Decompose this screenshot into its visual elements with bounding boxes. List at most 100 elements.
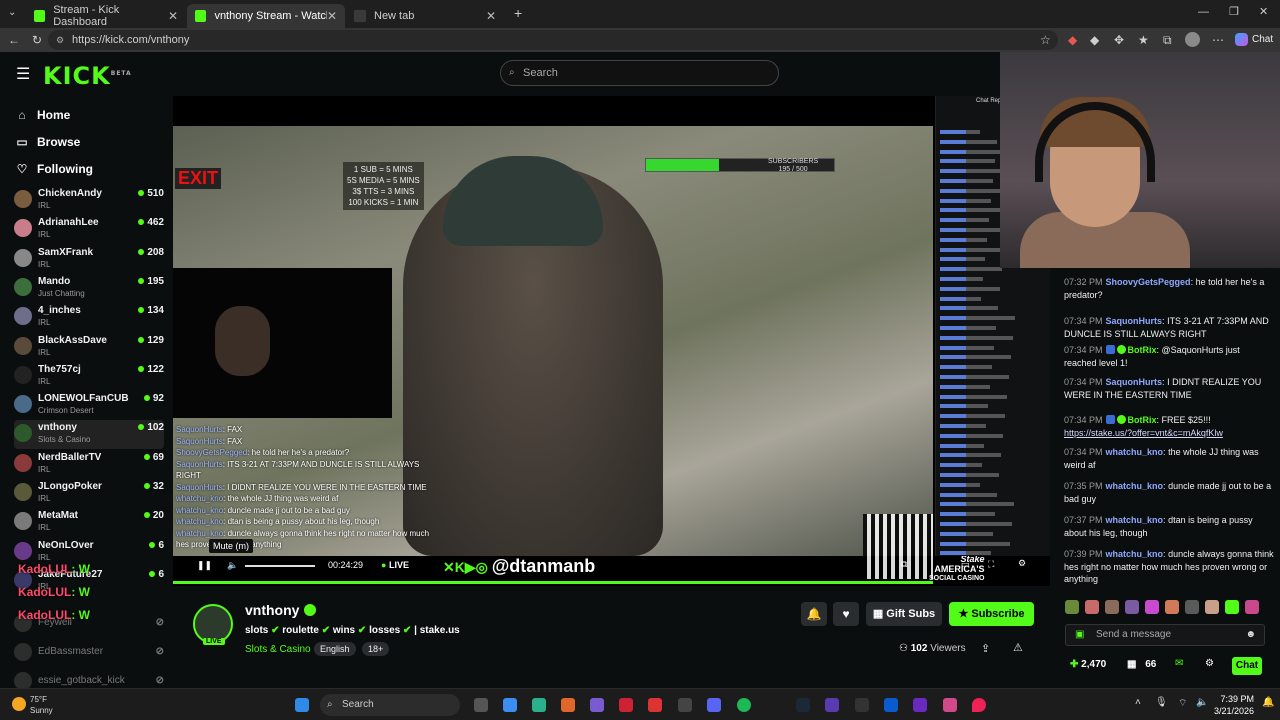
chat-username[interactable]: SaquonHurts: [1106, 316, 1163, 326]
edge-browser-icon[interactable]: [532, 698, 546, 712]
app-icon[interactable]: [943, 698, 957, 712]
emote-icon[interactable]: [1165, 600, 1179, 614]
fullscreen-icon[interactable]: ⛶: [988, 559, 994, 570]
sidebar-offline-channel[interactable]: EdBassmaster ⊘: [14, 639, 164, 668]
taskbar-clock[interactable]: 7:39 PM 3/21/2026: [1214, 693, 1254, 717]
notification-bell-icon[interactable]: 🔔: [1262, 697, 1274, 708]
report-warning-icon[interactable]: ⚠: [1013, 641, 1023, 654]
app-icon[interactable]: [648, 698, 662, 712]
spotify-icon[interactable]: [737, 698, 751, 712]
clip-icon[interactable]: ⧉: [901, 559, 907, 570]
volume-icon[interactable]: 🔈: [1196, 697, 1208, 708]
weather-widget[interactable]: 75°F Sunny: [30, 694, 53, 716]
tab-list-icon[interactable]: ⌄: [8, 7, 16, 18]
window-close-icon[interactable]: ✕: [1259, 5, 1268, 18]
copilot-chat-label[interactable]: Chat: [1252, 34, 1273, 45]
subscribe-button[interactable]: ★ Subscribe: [949, 602, 1034, 626]
chat-username[interactable]: ShoovyGetsPegged: [1106, 277, 1191, 287]
close-icon[interactable]: ✕: [168, 9, 178, 23]
channel-points[interactable]: ✚ 2,470: [1070, 659, 1106, 670]
new-tab-plus-icon[interactable]: +: [514, 5, 522, 21]
maps-pin-icon[interactable]: [972, 698, 986, 712]
sidebar-item-browse[interactable]: ▭ Browse: [15, 135, 80, 149]
volume-slider[interactable]: [245, 565, 315, 567]
send-message-input[interactable]: ▣ Send a message ☻: [1065, 624, 1265, 646]
app-icon[interactable]: [855, 698, 869, 712]
pause-icon[interactable]: ❚❚: [197, 560, 212, 571]
app-icon[interactable]: [619, 698, 633, 712]
wifi-icon[interactable]: ⌔: [1178, 697, 1187, 710]
tray-overflow-icon[interactable]: ˄: [1135, 697, 1141, 708]
profile-avatar[interactable]: [1185, 32, 1200, 47]
emoji-icon[interactable]: ☻: [1245, 625, 1256, 645]
sidebar-channel-4_inches[interactable]: 4_inches IRL 134: [14, 303, 164, 332]
chat-users-icon[interactable]: ✉: [1175, 658, 1183, 669]
music-app-icon[interactable]: [678, 698, 692, 712]
tag-age[interactable]: 18+: [362, 642, 390, 656]
chat-username[interactable]: whatchu_kno: [1106, 549, 1164, 559]
app-icon[interactable]: [884, 698, 898, 712]
streamer-name[interactable]: vnthony: [245, 602, 317, 618]
search-input[interactable]: ⌕ Search: [500, 60, 779, 86]
firefox-icon[interactable]: [561, 698, 575, 712]
steam-icon[interactable]: [796, 698, 810, 712]
tab-kick-dashboard[interactable]: Stream - Kick Dashboard ✕: [26, 4, 186, 28]
volume-icon[interactable]: 🔈: [227, 560, 238, 571]
video-player[interactable]: EXIT 1 SUB = 5 MINS 5S MEDIA = 5 MINS 3$…: [173, 96, 1050, 586]
emote-icon[interactable]: [1085, 600, 1099, 614]
emote-icon[interactable]: [1065, 600, 1079, 614]
emote-icon[interactable]: [1245, 600, 1259, 614]
task-view-icon[interactable]: [474, 698, 488, 712]
more-menu-icon[interactable]: ⋯: [1212, 33, 1224, 47]
follow-heart-button[interactable]: ♥: [833, 602, 859, 626]
emote-icon[interactable]: [1205, 600, 1219, 614]
site-info-icon[interactable]: ⚙: [56, 30, 64, 50]
tab-vnthony-stream[interactable]: vnthony Stream - Watch Live ✕: [187, 4, 345, 28]
share-icon[interactable]: ⇪: [981, 642, 990, 655]
windows-start-icon[interactable]: [295, 698, 309, 712]
emote-picker-icon[interactable]: ▣: [1075, 625, 1084, 645]
extension-icon[interactable]: ◆: [1090, 33, 1099, 47]
chat-username[interactable]: BotRix: [1128, 415, 1157, 425]
close-icon[interactable]: ✕: [327, 9, 337, 23]
hamburger-menu-icon[interactable]: ☰: [16, 64, 30, 84]
chat-username[interactable]: BotRix: [1128, 345, 1157, 355]
emote-icon[interactable]: [1225, 600, 1239, 614]
theater-mode-icon[interactable]: ▭: [961, 559, 970, 570]
star-bookmark-icon[interactable]: ☆: [1040, 33, 1051, 47]
photos-app-icon[interactable]: [503, 698, 517, 712]
favorites-icon[interactable]: ★: [1138, 33, 1149, 47]
close-icon[interactable]: ✕: [486, 9, 496, 23]
sidebar-channel-lonewolfancub[interactable]: LONEWOLFanCUB Crimson Desert 92: [14, 391, 164, 420]
app-icon[interactable]: [825, 698, 839, 712]
sidebar-channel-nerdballertv[interactable]: NerdBallerTV IRL 69: [14, 450, 164, 479]
maximize-icon[interactable]: ❐: [1229, 5, 1239, 18]
chat-username[interactable]: whatchu_kno: [1106, 447, 1164, 457]
mic-icon[interactable]: 🎙: [1155, 697, 1168, 708]
sidebar-channel-the757cj[interactable]: The757cj IRL 122: [14, 362, 164, 391]
taskbar-search-input[interactable]: ⌕ Search: [320, 694, 460, 716]
video-progress-bar[interactable]: [173, 581, 933, 584]
emote-icon[interactable]: [1145, 600, 1159, 614]
chat-send-button[interactable]: Chat: [1232, 657, 1262, 675]
url-input[interactable]: ⚙ https://kick.com/vnthony: [48, 30, 1058, 50]
chat-username[interactable]: whatchu_kno: [1106, 515, 1164, 525]
sidebar-channel-metamat[interactable]: MetaMat IRL 20: [14, 508, 164, 537]
sidebar-channel-jlongopoker[interactable]: JLongoPoker IRL 32: [14, 479, 164, 508]
split-screen-icon[interactable]: ⧉: [1163, 33, 1172, 48]
minimize-icon[interactable]: —: [1198, 6, 1209, 18]
sidebar-channel-blackassdave[interactable]: BlackAssDave IRL 129: [14, 333, 164, 362]
tab-new-tab[interactable]: New tab ✕: [346, 4, 504, 28]
sidebar-item-following[interactable]: ♡ Following: [15, 162, 93, 176]
kick-logo[interactable]: KICKBETA: [43, 62, 132, 90]
back-arrow-icon[interactable]: ←: [8, 33, 20, 47]
gift-counter[interactable]: ▦ 66: [1127, 659, 1156, 670]
app-icon[interactable]: [590, 698, 604, 712]
fx-app-icon[interactable]: [913, 698, 927, 712]
live-indicator[interactable]: ● LIVE: [381, 560, 409, 570]
sidebar-channel-adrianahlee[interactable]: AdrianahLee IRL 462: [14, 215, 164, 244]
tag-language[interactable]: English: [314, 642, 356, 656]
extensions-puzzle-icon[interactable]: ✥: [1114, 33, 1124, 47]
chat-settings-gear-icon[interactable]: ⚙: [1205, 658, 1214, 669]
weather-sun-icon[interactable]: [12, 697, 26, 711]
